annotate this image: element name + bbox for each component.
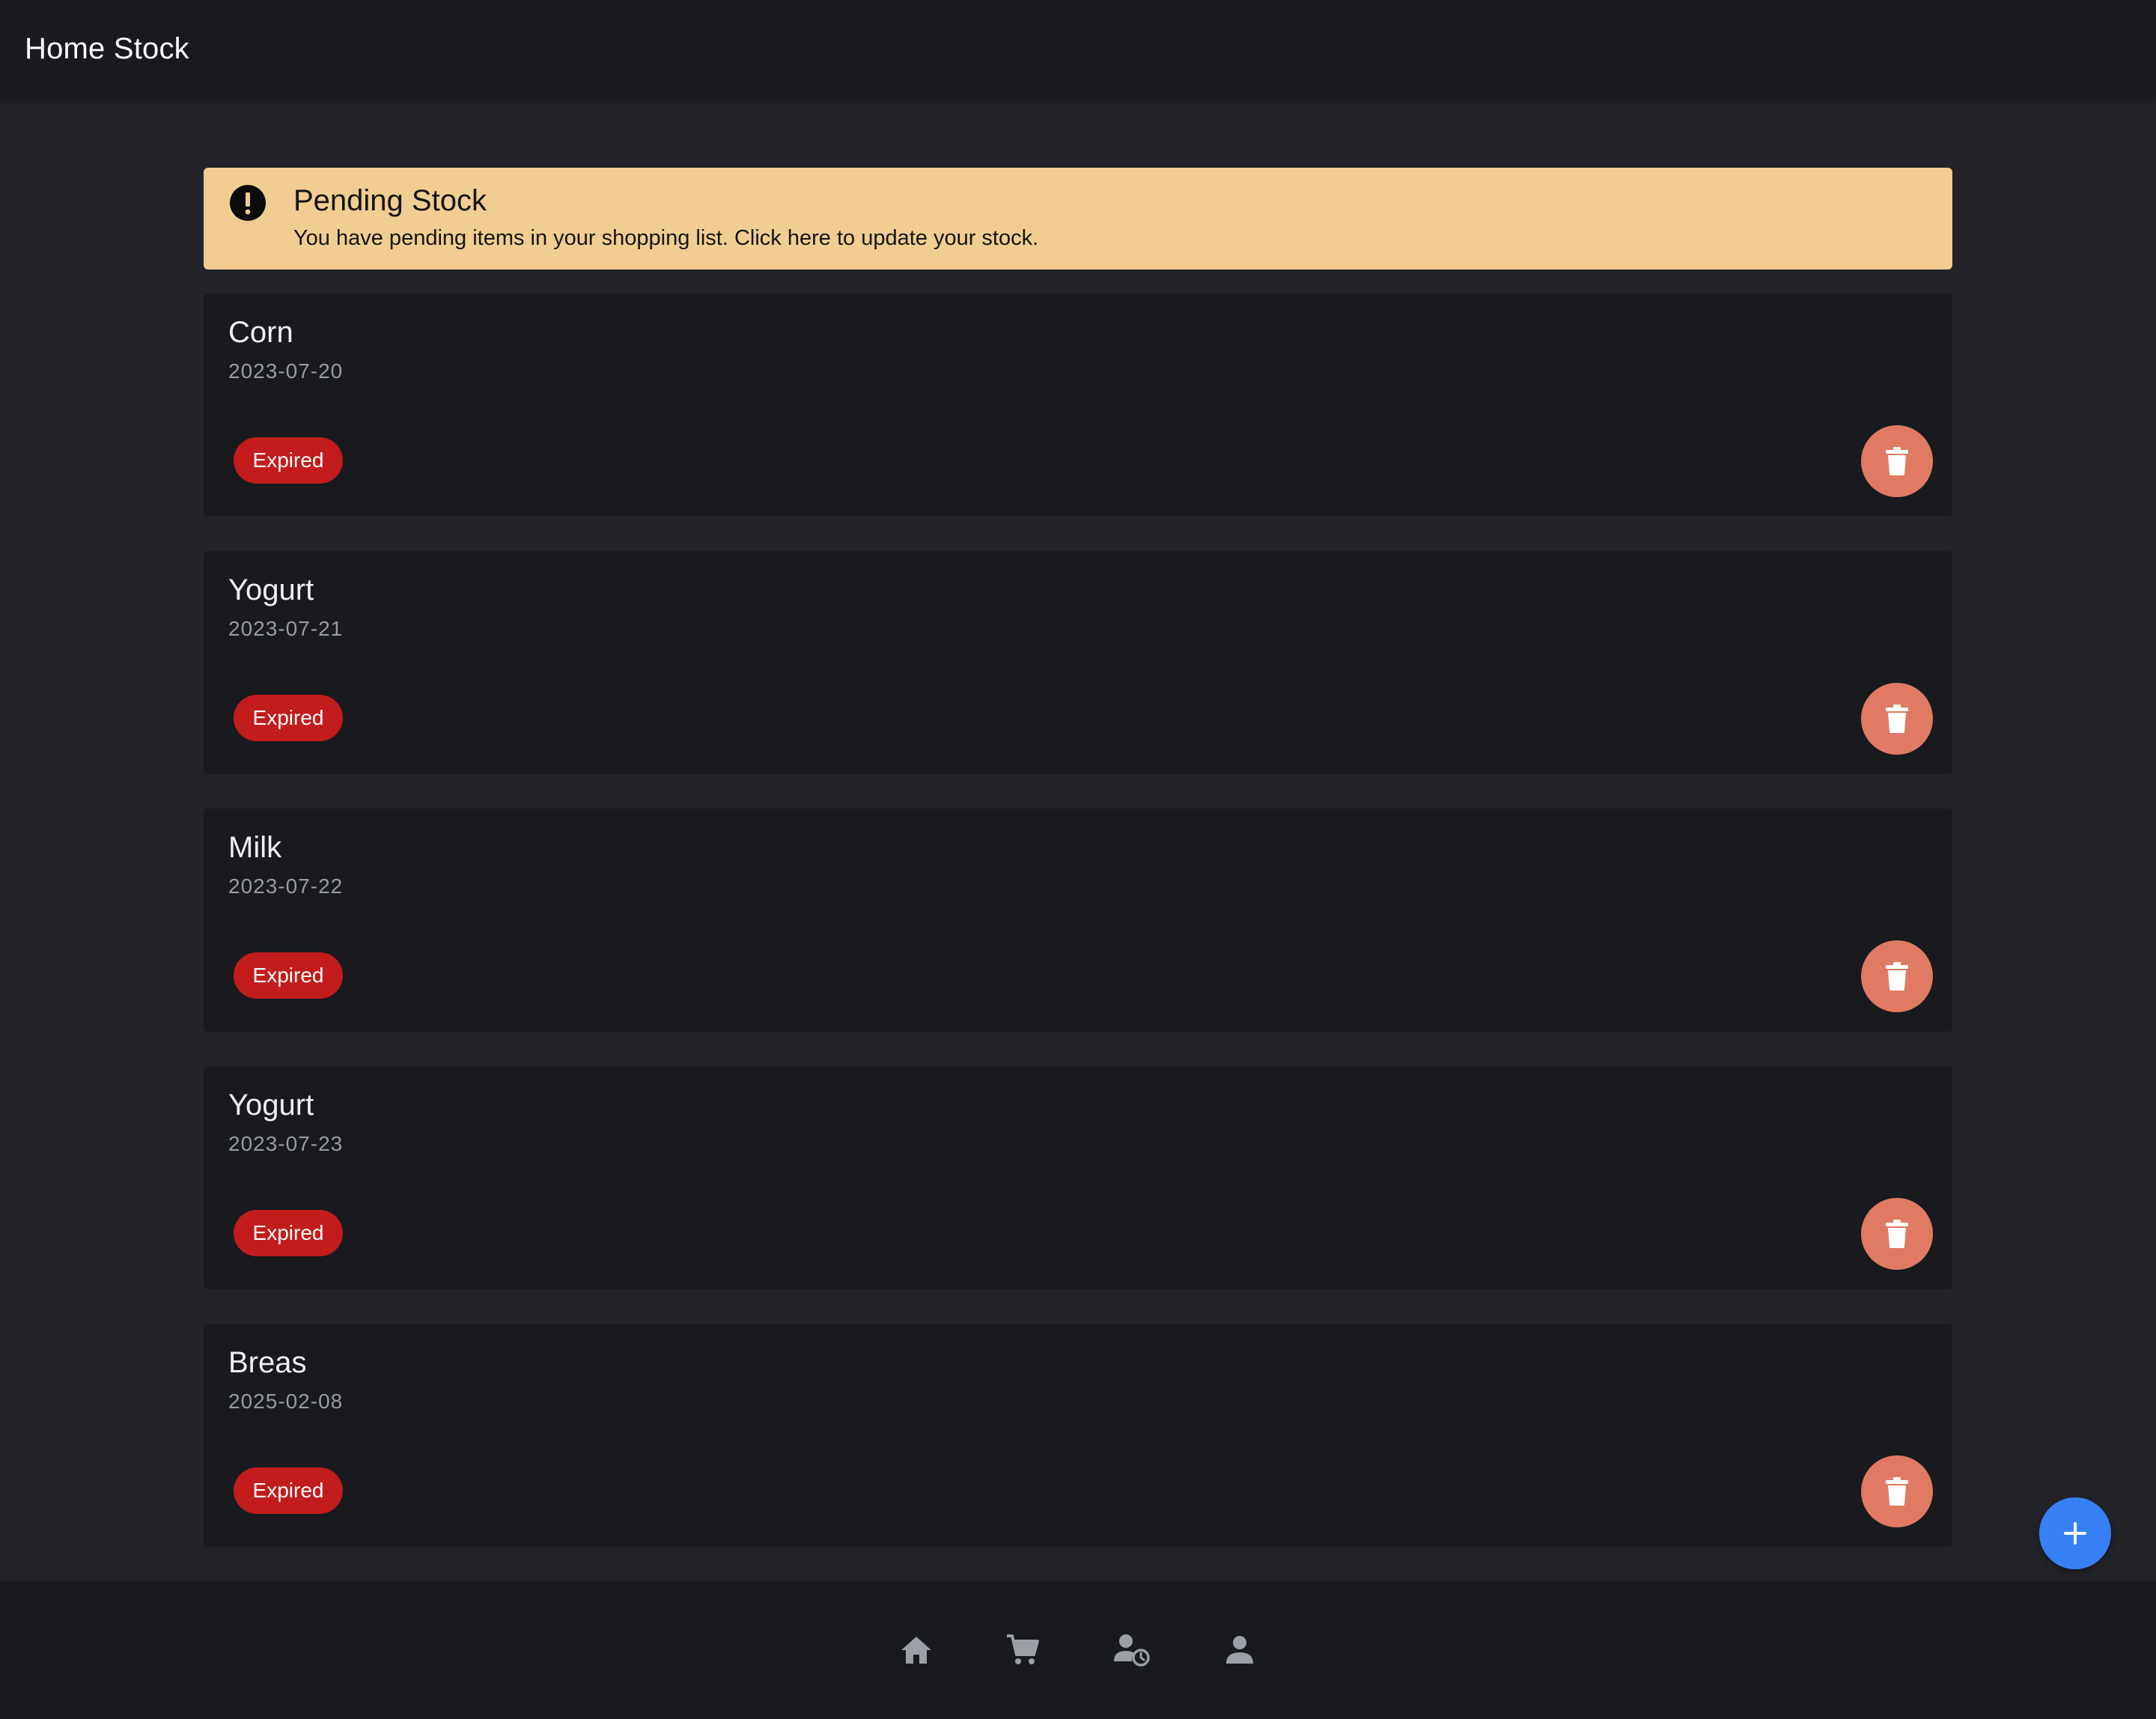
- stock-card[interactable]: Corn 2023-07-20 Expired: [204, 293, 1952, 517]
- trash-icon: [1886, 1477, 1908, 1506]
- trash-icon: [1886, 962, 1908, 991]
- stock-item-name: Yogurt: [228, 1089, 314, 1122]
- expired-badge: Expired: [234, 1210, 343, 1256]
- stock-item-name: Corn: [228, 316, 293, 349]
- pending-stock-alert[interactable]: Pending Stock You have pending items in …: [204, 168, 1952, 270]
- app-title: Home Stock: [25, 31, 189, 65]
- expired-badge: Expired: [234, 695, 343, 741]
- stock-item-date: 2023-07-22: [228, 874, 344, 898]
- main-content: Pending Stock You have pending items in …: [204, 168, 1952, 1581]
- delete-button[interactable]: [1861, 940, 1933, 1012]
- stock-list: Corn 2023-07-20 Expired Yogurt 2023-07-2…: [204, 293, 1952, 1547]
- delete-button[interactable]: [1861, 425, 1933, 497]
- stock-item-name: Breas: [228, 1346, 307, 1379]
- delete-button[interactable]: [1861, 1455, 1933, 1527]
- bottom-nav: [0, 1581, 2156, 1719]
- trash-icon: [1886, 447, 1908, 475]
- expired-badge: Expired: [234, 952, 343, 999]
- add-item-button[interactable]: [2039, 1497, 2111, 1569]
- nav-cart-button[interactable]: [1000, 1628, 1045, 1673]
- nav-home-button[interactable]: [894, 1628, 939, 1673]
- person-icon: [1226, 1636, 1253, 1664]
- expired-badge: Expired: [234, 437, 343, 484]
- plus-icon: [2064, 1522, 2086, 1545]
- stock-card[interactable]: Yogurt 2023-07-21 Expired: [204, 551, 1952, 774]
- stock-card[interactable]: Yogurt 2023-07-23 Expired: [204, 1066, 1952, 1289]
- stock-card[interactable]: Breas 2025-02-08 Expired: [204, 1324, 1952, 1547]
- nav-history-button[interactable]: [1109, 1628, 1154, 1673]
- stock-item-date: 2025-02-08: [228, 1390, 344, 1413]
- expired-badge: Expired: [234, 1467, 343, 1514]
- delete-button[interactable]: [1861, 1198, 1933, 1270]
- trash-icon: [1886, 1220, 1908, 1248]
- stock-item-name: Yogurt: [228, 573, 314, 606]
- trash-icon: [1886, 705, 1908, 733]
- cart-icon: [1007, 1634, 1039, 1664]
- stock-item-date: 2023-07-21: [228, 617, 344, 640]
- home-icon: [901, 1637, 931, 1664]
- stock-card[interactable]: Milk 2023-07-22 Expired: [204, 809, 1952, 1032]
- stock-item-name: Milk: [228, 831, 282, 864]
- alert-circle-icon: [230, 185, 266, 221]
- app-header: Home Stock: [0, 0, 2156, 97]
- delete-button[interactable]: [1861, 683, 1933, 755]
- alert-message: You have pending items in your shopping …: [293, 226, 1039, 250]
- stock-item-date: 2023-07-23: [228, 1132, 344, 1155]
- user-clock-icon: [1114, 1634, 1150, 1667]
- stock-item-date: 2023-07-20: [228, 359, 344, 383]
- nav-profile-button[interactable]: [1217, 1628, 1262, 1673]
- alert-title: Pending Stock: [293, 184, 487, 217]
